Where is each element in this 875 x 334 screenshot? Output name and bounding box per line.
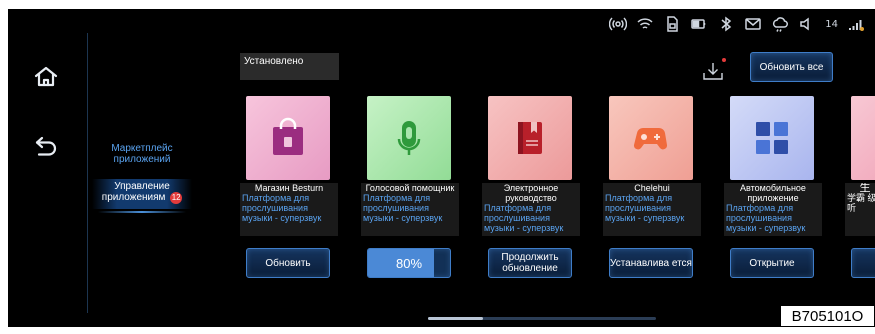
book-icon <box>518 122 542 154</box>
download-icon <box>703 63 723 80</box>
volume-level: 14 <box>825 18 838 30</box>
app-info-besturn-store: Магазин Besturn Платформа для прослушива… <box>240 183 338 236</box>
app-tile-besturn-store[interactable] <box>246 96 330 180</box>
open-button[interactable]: Открытие <box>730 248 814 278</box>
app-tile-car-apps[interactable] <box>730 96 814 180</box>
horizontal-scrollbar[interactable] <box>428 317 656 320</box>
shopping-bag-icon <box>273 117 303 155</box>
microphone-icon <box>397 121 421 155</box>
app-info-e-manual: Электронное руководство Платформа для пр… <box>482 183 580 236</box>
category-app-management-label: Управление приложениям <box>101 181 170 203</box>
wifi-icon <box>636 15 654 33</box>
figure-code-text: B705101O <box>791 307 864 325</box>
action-button-partial[interactable] <box>851 248 875 278</box>
app-grid-icon <box>756 122 788 154</box>
scrollbar-thumb[interactable] <box>428 317 483 320</box>
app-description: Платформа для прослушивания музыки - суп… <box>605 193 685 223</box>
category-underline <box>98 211 186 213</box>
download-notification-dot <box>722 58 726 62</box>
status-bar: 14 <box>609 13 865 35</box>
app-tile-partial[interactable] <box>851 96 875 180</box>
battery-icon <box>690 15 708 33</box>
app-tile-e-manual[interactable] <box>488 96 572 180</box>
gamepad-icon <box>633 127 668 150</box>
notification-badge: 12 <box>170 192 183 204</box>
progress-percent: 80% <box>395 255 423 271</box>
app-info-voice-assistant: Голосовой помощник Платформа для прослуш… <box>361 183 459 236</box>
installed-tab[interactable]: Установлено <box>240 53 339 80</box>
app-description: Платформа для прослушивания музыки - суп… <box>363 193 443 223</box>
app-info-partial: 生 学霸 级听 <box>845 183 875 236</box>
app-tile-voice-assistant[interactable] <box>367 96 451 180</box>
mail-icon <box>744 15 762 33</box>
app-icon <box>870 115 875 161</box>
app-info-car-apps: Автомобильное приложение Платформа для п… <box>724 183 822 236</box>
home-icon <box>34 66 58 87</box>
installing-button[interactable]: Устанавлива ется <box>609 248 693 278</box>
app-description: 学霸 级听 <box>847 193 875 213</box>
update-all-button[interactable]: Обновить все <box>750 52 833 82</box>
app-tile-chelehui[interactable] <box>609 96 693 180</box>
category-marketplace[interactable]: Маркетплейс приложений <box>92 143 192 165</box>
bluetooth-icon <box>717 15 735 33</box>
update-button[interactable]: Обновить <box>246 248 330 278</box>
app-name: 生 <box>859 183 871 194</box>
app-name: Магазин Besturn <box>254 183 324 193</box>
hotspot-icon <box>609 15 628 33</box>
open-button-label: Открытие <box>749 257 795 269</box>
installing-label: Устанавлива ется <box>610 257 692 269</box>
download-manager-button[interactable] <box>702 58 726 81</box>
app-description: Платформа для прослушивания музыки - суп… <box>484 203 564 233</box>
back-icon <box>35 136 57 156</box>
app-info-chelehui: Chelehui Платформа для прослушивания муз… <box>603 183 701 236</box>
sim-icon <box>663 15 681 33</box>
weather-icon <box>771 15 789 33</box>
app-description: Платформа для прослушивания музыки - суп… <box>242 193 322 223</box>
app-name: Электронное руководство <box>503 183 559 203</box>
update-button-label: Обновить <box>265 257 311 269</box>
download-progress-bar[interactable]: 80% <box>367 248 451 278</box>
update-all-label: Обновить все <box>759 61 824 73</box>
installed-label: Установлено <box>244 56 304 67</box>
screen: 14 Маркетплейс приложений Управление при… <box>8 9 875 327</box>
app-name: Chelehui <box>634 183 670 193</box>
category-app-management[interactable]: Управление приложениям 12 <box>92 179 192 209</box>
home-button[interactable] <box>26 57 66 97</box>
app-name: Автомобильное приложение <box>740 183 806 203</box>
signal-icon <box>847 15 865 33</box>
category-marketplace-label: Маркетплейс приложений <box>111 143 173 165</box>
continue-update-label: Продолжить обновление <box>501 252 559 274</box>
left-nav-bar <box>8 33 88 313</box>
figure-code-label: B705101O <box>780 305 875 327</box>
app-name: Голосовой помощник <box>365 183 455 193</box>
volume-icon <box>798 15 816 33</box>
continue-update-button[interactable]: Продолжить обновление <box>488 248 572 278</box>
back-button[interactable] <box>26 126 66 166</box>
app-description: Платформа для прослушивания музыки - суп… <box>726 203 806 233</box>
